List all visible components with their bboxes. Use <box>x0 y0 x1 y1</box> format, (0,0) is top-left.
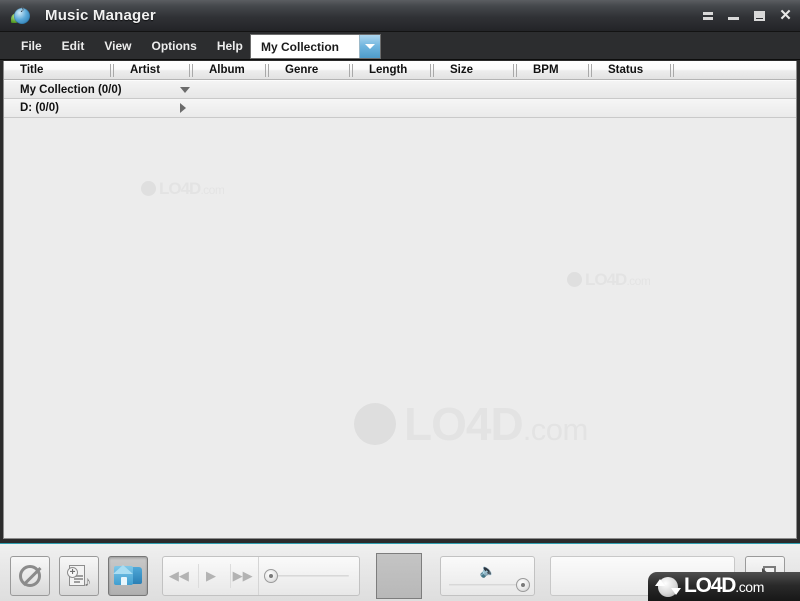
menu-item-file[interactable]: File <box>12 36 51 56</box>
watermark: LO4D.com <box>354 401 588 447</box>
music-disc-icon: ♪ <box>11 4 33 27</box>
table-row[interactable]: D: (0/0) <box>4 99 796 118</box>
menu-bar: File Edit View Options Help <box>0 32 800 60</box>
title-bar: ♪ Music Manager ✕ <box>0 0 800 32</box>
lo4d-globe-icon <box>655 576 681 597</box>
menu-item-help[interactable]: Help <box>208 36 252 56</box>
minimize-button[interactable] <box>725 7 742 24</box>
lo4d-logo-suffix: .com <box>735 579 764 595</box>
maximize-icon <box>754 10 765 21</box>
column-label: Artist <box>130 64 161 76</box>
lo4d-logo-text: LO4D.com <box>684 575 764 598</box>
column-header-bpm[interactable]: BPM <box>517 61 592 80</box>
shade-icon <box>702 11 713 20</box>
column-header-album[interactable]: Album <box>193 61 269 80</box>
tree-row-label: My Collection (0/0) <box>20 83 122 96</box>
column-header-length[interactable]: Length <box>353 61 434 80</box>
speaker-icon: 🔈 <box>479 563 496 578</box>
watermark-suffix: .com <box>626 274 651 288</box>
fast-forward-icon[interactable]: ▶▶ <box>230 564 254 588</box>
collection-dropdown-value: My Collection <box>261 39 340 54</box>
column-header-row: Title Artist Album Genre Length Size BPM… <box>4 61 796 80</box>
menu-item-view[interactable]: View <box>95 36 140 56</box>
triangle-down-icon[interactable] <box>180 86 190 93</box>
minimize-icon <box>728 16 739 20</box>
seek-handle[interactable] <box>264 569 278 583</box>
volume-slider[interactable]: 🔈 <box>440 556 535 596</box>
track-list-panel: Title Artist Album Genre Length Size BPM… <box>3 61 797 539</box>
watermark-suffix: .com <box>522 412 589 447</box>
chevron-down-icon <box>365 44 375 49</box>
volume-handle[interactable] <box>516 578 530 592</box>
close-button[interactable]: ✕ <box>777 7 794 24</box>
stop-button[interactable] <box>10 556 50 596</box>
add-track-icon: + ♪ <box>66 563 92 589</box>
watermark: LO4D.com <box>141 179 225 198</box>
block-circle-icon <box>19 565 41 587</box>
column-label: Length <box>369 64 408 76</box>
column-header-title[interactable]: Title <box>4 61 114 80</box>
add-to-playlist-button[interactable]: + ♪ <box>59 556 99 596</box>
table-row[interactable]: My Collection (0/0) <box>4 80 796 99</box>
column-label: Status <box>608 64 644 76</box>
column-header-size[interactable]: Size <box>434 61 517 80</box>
column-label: Album <box>209 64 245 76</box>
maximize-button[interactable] <box>751 7 768 24</box>
collection-dropdown-button[interactable] <box>359 35 380 58</box>
seek-track <box>273 575 349 577</box>
collection-dropdown[interactable]: My Collection <box>250 34 381 59</box>
watermark-text: LO4D <box>159 179 201 198</box>
tree-row-label: D: (0/0) <box>20 102 59 114</box>
watermark-text: LO4D <box>585 270 627 289</box>
window-title: Music Manager <box>45 7 156 24</box>
seek-slider[interactable] <box>259 557 359 595</box>
menu-item-options[interactable]: Options <box>142 36 205 56</box>
lo4d-logo-main: LO4D <box>684 574 736 597</box>
column-label: Genre <box>285 64 319 76</box>
library-home-button[interactable] <box>108 556 148 596</box>
volume-track <box>449 584 526 586</box>
transport-controls: ◀◀ ▶ ▶▶ <box>162 556 360 596</box>
window-controls: ✕ <box>699 7 794 24</box>
column-label: BPM <box>533 64 559 76</box>
watermark-text: LO4D <box>404 398 524 450</box>
watermark-suffix: .com <box>200 183 225 197</box>
play-icon[interactable]: ▶ <box>198 564 222 588</box>
lo4d-branding-badge: LO4D.com <box>648 572 800 601</box>
application-window: ♪ Music Manager ✕ File Edit View Options… <box>0 0 800 601</box>
menu-item-edit[interactable]: Edit <box>53 36 94 56</box>
column-header-filler <box>674 61 796 80</box>
shade-button[interactable] <box>699 7 716 24</box>
rewind-icon[interactable]: ◀◀ <box>167 564 191 588</box>
triangle-right-icon[interactable] <box>180 103 186 113</box>
watermark: LO4D.com <box>567 270 651 289</box>
column-label: Title <box>20 64 44 76</box>
album-art-placeholder <box>376 553 422 599</box>
close-icon: ✕ <box>779 7 792 24</box>
column-header-artist[interactable]: Artist <box>114 61 193 80</box>
column-label: Size <box>450 64 474 76</box>
column-header-status[interactable]: Status <box>592 61 674 80</box>
transport-buttons: ◀◀ ▶ ▶▶ <box>163 557 259 595</box>
column-header-genre[interactable]: Genre <box>269 61 353 80</box>
home-folder-icon <box>113 564 142 588</box>
